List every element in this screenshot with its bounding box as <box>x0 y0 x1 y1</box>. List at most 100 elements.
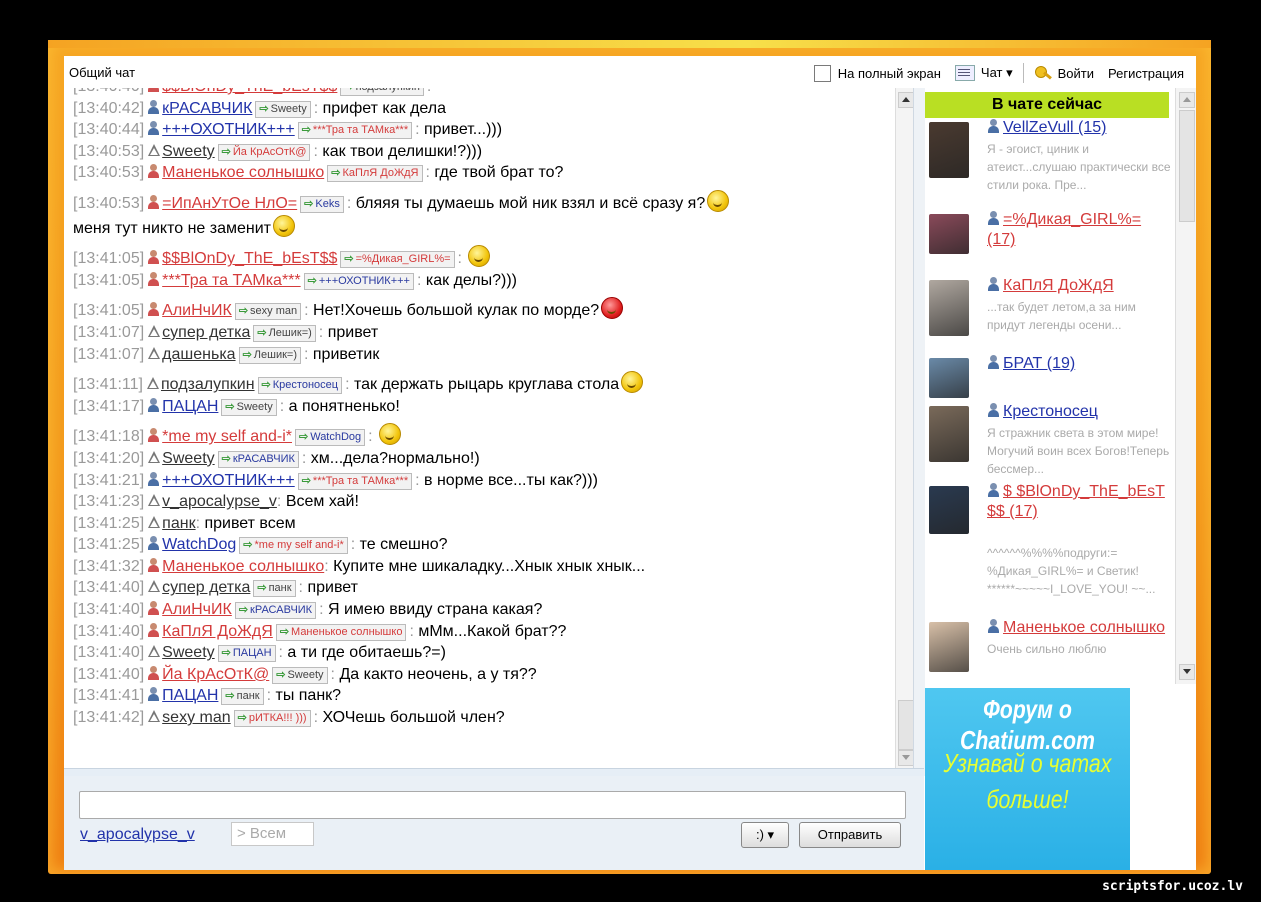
avatar[interactable] <box>929 622 969 672</box>
avatar[interactable] <box>929 406 969 462</box>
scroll-down-arrow-icon[interactable] <box>898 750 914 766</box>
online-user-name[interactable]: Крестоносец <box>987 402 1173 422</box>
login-link[interactable]: Войти <box>1058 66 1094 81</box>
sender-nickname[interactable]: КаПлЯ ДоЖдЯ <box>162 623 273 640</box>
message-timestamp: [13:41:11] <box>73 376 143 394</box>
recipient-tag[interactable]: ⇨ кРАСАВЧИК <box>234 602 317 620</box>
sender-nickname[interactable]: АлиНчИК <box>162 302 232 319</box>
scroll-thumb[interactable] <box>1179 110 1195 222</box>
smiley-picker-button[interactable]: :) ▾ <box>741 822 789 848</box>
arrow-icon: ⇨ <box>276 668 286 681</box>
arrow-icon: ⇨ <box>299 431 309 444</box>
recipient-tag[interactable]: ⇨ Маненькое солнышко <box>275 623 407 641</box>
online-user-name[interactable]: КаПлЯ ДоЖдЯ <box>987 276 1173 296</box>
recipient-tag[interactable]: ⇨ sexy man <box>234 303 302 321</box>
recipient-tag[interactable]: ⇨ Sweety <box>272 666 328 684</box>
recipient-tag[interactable]: ⇨ панк <box>253 580 296 598</box>
sender-nickname[interactable]: ***Тра та ТАМка*** <box>162 272 300 289</box>
message-input[interactable] <box>79 791 906 819</box>
sender-nickname[interactable]: супер детка <box>162 579 250 596</box>
recipient-name: ***Тра та ТАМка*** <box>312 474 409 487</box>
recipient-tag[interactable]: ⇨ ПАЦАН <box>217 645 276 663</box>
scroll-up-arrow-icon[interactable] <box>898 92 914 108</box>
sender-nickname[interactable]: панк <box>162 515 195 532</box>
recipient-tag[interactable]: ⇨ =%Дикая_GIRL%= <box>340 251 455 269</box>
online-user-name[interactable]: $ $BlOnDy_ThE_bEsT $$ (17) <box>987 482 1173 522</box>
sender-nickname[interactable]: АлиНчИК <box>162 601 232 618</box>
recipient-tag[interactable]: ⇨ ***Тра та ТАМка*** <box>297 472 413 490</box>
sender-nickname[interactable]: sexy man <box>162 709 230 726</box>
avatar[interactable] <box>929 122 969 178</box>
sender-nickname[interactable]: Йа КрАсОтК@ <box>162 666 269 683</box>
sender-nickname[interactable]: +++ОХОТНИК+++ <box>162 472 295 489</box>
online-user-name[interactable]: =%Дикая_GIRL%= (17) <box>987 210 1173 250</box>
fullscreen-label[interactable]: На полный экран <box>838 66 941 81</box>
sender-nickname[interactable]: Маненькое солнышко <box>162 164 324 181</box>
avatar[interactable] <box>929 486 969 534</box>
sender-nickname[interactable]: подзалупкин <box>161 376 255 393</box>
online-user-name[interactable]: VellZeVull (15) <box>987 118 1173 138</box>
recipient-tag[interactable]: ⇨ *me my self and-i* <box>239 537 348 555</box>
avatar[interactable] <box>929 358 969 398</box>
sender-nickname[interactable]: *me my self and-i* <box>162 428 292 445</box>
online-user-name[interactable]: Маненькое солнышко <box>987 618 1173 638</box>
message-timestamp: [13:41:40] <box>73 644 145 662</box>
recipient-tag[interactable]: ⇨ ***Тра та ТАМка*** <box>297 122 413 140</box>
avatar[interactable] <box>929 280 969 336</box>
online-user-list[interactable]: VellZeVull (15) Я - эгоист, циник и атеис… <box>925 118 1175 688</box>
chat-list-icon[interactable] <box>954 65 975 81</box>
recipient-tag[interactable]: ⇨ панк <box>221 688 264 706</box>
recipient-tag[interactable]: ⇨ Лешик=) <box>238 346 301 364</box>
sender-nickname[interactable]: ПАЦАН <box>162 687 218 704</box>
sender-nickname[interactable]: Sweety <box>162 450 214 467</box>
recipient-tag[interactable]: ⇨ рИТКА!!! ))) <box>233 710 311 728</box>
panel-splitter[interactable] <box>913 88 925 776</box>
recipient-tag[interactable]: ⇨ Лешик=) <box>253 324 316 342</box>
sender-nickname[interactable]: =ИпАнУтОе НлО= <box>162 195 297 212</box>
chat-menu-button[interactable]: Чат ▾ <box>981 65 1013 81</box>
user-list-scrollbar[interactable] <box>1175 88 1196 684</box>
send-button[interactable]: Отправить <box>799 822 901 848</box>
recipient-tag[interactable]: ⇨ +++ОХОТНИК+++ <box>303 272 414 290</box>
fullscreen-checkbox[interactable] <box>813 64 831 82</box>
sender-nickname[interactable]: дашенька <box>162 346 235 363</box>
scroll-up-arrow-icon[interactable] <box>1179 92 1195 108</box>
recipient-tag[interactable]: ⇨ Крестоносец <box>257 377 343 395</box>
recipient-tag[interactable]: ⇨ WatchDog <box>295 429 366 447</box>
scroll-thumb[interactable] <box>898 700 914 750</box>
recipient-tag[interactable]: ⇨подзалупкин <box>340 88 424 96</box>
scroll-down-arrow-icon[interactable] <box>1179 664 1195 680</box>
online-user-name[interactable]: БРАТ (19) <box>987 354 1173 374</box>
recipient-tag[interactable]: ⇨ Sweety <box>221 398 277 416</box>
separator: : <box>416 271 426 289</box>
sender-nickname[interactable]: $$BlOnDy_ThE_bEsT$$ <box>162 88 337 95</box>
sender-nickname[interactable]: WatchDog <box>162 536 236 553</box>
arrow-icon: ⇨ <box>238 305 249 318</box>
message-log-scrollbar[interactable] <box>895 88 914 768</box>
sender-nickname[interactable]: кРАСАВЧИК <box>162 100 252 117</box>
sender-nickname[interactable]: v_apocalypse_v <box>162 493 277 510</box>
recipient-tag[interactable]: ⇨ кРАСАВЧИК <box>217 450 299 468</box>
sender-nickname[interactable]: ПАЦАН <box>162 398 218 415</box>
recipient-field[interactable]: > Всем <box>231 822 314 846</box>
register-link[interactable]: Регистрация <box>1108 66 1184 81</box>
sender-nickname[interactable]: супер детка <box>162 324 250 341</box>
message-timestamp: [13:41:32] <box>73 557 145 575</box>
sender-nickname[interactable]: +++ОХОТНИК+++ <box>162 121 295 138</box>
user-gender-icon <box>147 557 160 573</box>
recipient-tag[interactable]: ⇨ Йа КрАсОтК@ <box>217 143 311 161</box>
recipient-tag[interactable]: ⇨ Keks <box>300 195 344 213</box>
message-log[interactable]: [13:40:40]$$BlOnDy_ThE_bEsT$$⇨подзалупки… <box>64 88 896 768</box>
arrow-icon: ⇨ <box>243 539 253 552</box>
forum-ad-banner[interactable]: Форум о Chatium.com Узнавай о чатах боль… <box>925 688 1130 870</box>
recipient-tag[interactable]: ⇨ КаПлЯ ДоЖдЯ <box>327 165 423 183</box>
user-gender-icon <box>147 324 161 339</box>
sender-nickname[interactable]: Sweety <box>162 143 214 160</box>
sender-nickname[interactable]: $$BlOnDy_ThE_bEsT$$ <box>162 250 337 267</box>
sender-nickname[interactable]: Маненькое солнышко <box>162 558 324 575</box>
avatar[interactable] <box>929 214 969 254</box>
my-nickname-link[interactable]: v_apocalypse_v <box>80 826 195 844</box>
message-timestamp: [13:41:20] <box>73 449 145 467</box>
sender-nickname[interactable]: Sweety <box>162 644 214 661</box>
recipient-tag[interactable]: ⇨ Sweety <box>255 100 311 118</box>
